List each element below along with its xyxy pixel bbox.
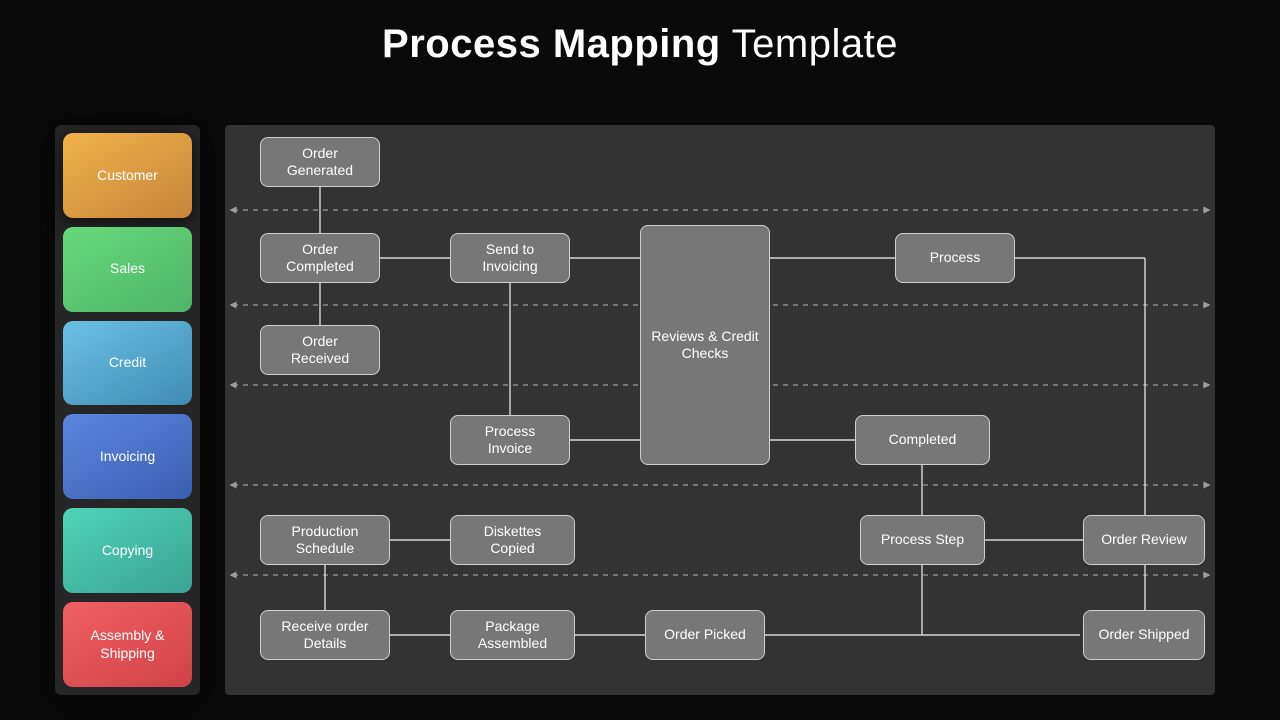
node-production-schedule: Production Schedule bbox=[260, 515, 390, 565]
node-label: Receive order Details bbox=[271, 618, 379, 653]
title-light: Template bbox=[721, 22, 898, 66]
node-order-generated: Order Generated bbox=[260, 137, 380, 187]
lane-sales: Sales bbox=[63, 227, 192, 312]
lane-copying: Copying bbox=[63, 508, 192, 593]
node-process-step: Process Step bbox=[860, 515, 985, 565]
node-order-shipped: Order Shipped bbox=[1083, 610, 1205, 660]
node-label: Order Picked bbox=[664, 626, 746, 644]
node-label: Process bbox=[930, 249, 981, 267]
lane-label-text: Invoicing bbox=[100, 448, 155, 466]
node-process-invoice: Process Invoice bbox=[450, 415, 570, 465]
node-package-assembled: Package Assembled bbox=[450, 610, 575, 660]
lane-label-text: Sales bbox=[110, 260, 145, 278]
node-order-completed: Order Completed bbox=[260, 233, 380, 283]
node-order-received: Order Received bbox=[260, 325, 380, 375]
lane-label-text: Credit bbox=[109, 354, 146, 372]
node-label: Order Generated bbox=[271, 145, 369, 180]
node-label: Order Received bbox=[271, 333, 369, 368]
node-label: Order Shipped bbox=[1098, 626, 1189, 644]
node-send-to-invoicing: Send to Invoicing bbox=[450, 233, 570, 283]
node-order-picked: Order Picked bbox=[645, 610, 765, 660]
node-diskettes-copied: Diskettes Copied bbox=[450, 515, 575, 565]
node-receive-order-details: Receive order Details bbox=[260, 610, 390, 660]
lane-label-text: Customer bbox=[97, 167, 158, 185]
lane-label-text: Assembly & Shipping bbox=[69, 627, 186, 662]
node-label: Send to Invoicing bbox=[461, 241, 559, 276]
node-label: Order Review bbox=[1101, 531, 1187, 549]
lane-credit: Credit bbox=[63, 321, 192, 406]
node-label: Process Invoice bbox=[461, 423, 559, 458]
node-label: Completed bbox=[889, 431, 957, 449]
lane-assembly-shipping: Assembly & Shipping bbox=[63, 602, 192, 687]
page-title: Process Mapping Template bbox=[0, 22, 1280, 67]
node-label: Process Step bbox=[881, 531, 964, 549]
title-bold: Process Mapping bbox=[382, 22, 721, 66]
node-order-review: Order Review bbox=[1083, 515, 1205, 565]
node-label: Package Assembled bbox=[461, 618, 564, 653]
node-label: Order Completed bbox=[271, 241, 369, 276]
swimlane-legend: Customer Sales Credit Invoicing Copying … bbox=[55, 125, 200, 695]
lane-customer: Customer bbox=[63, 133, 192, 218]
diagram-stage: Process Mapping Template Customer Sales … bbox=[0, 0, 1280, 720]
node-reviews-credit-checks: Reviews & Credit Checks bbox=[640, 225, 770, 465]
lane-invoicing: Invoicing bbox=[63, 414, 192, 499]
node-label: Reviews & Credit Checks bbox=[651, 328, 759, 363]
node-label: Diskettes Copied bbox=[461, 523, 564, 558]
node-label: Production Schedule bbox=[271, 523, 379, 558]
node-completed: Completed bbox=[855, 415, 990, 465]
diagram-canvas: Order Generated Order Completed Send to … bbox=[225, 125, 1215, 695]
lane-label-text: Copying bbox=[102, 542, 153, 560]
node-process: Process bbox=[895, 233, 1015, 283]
